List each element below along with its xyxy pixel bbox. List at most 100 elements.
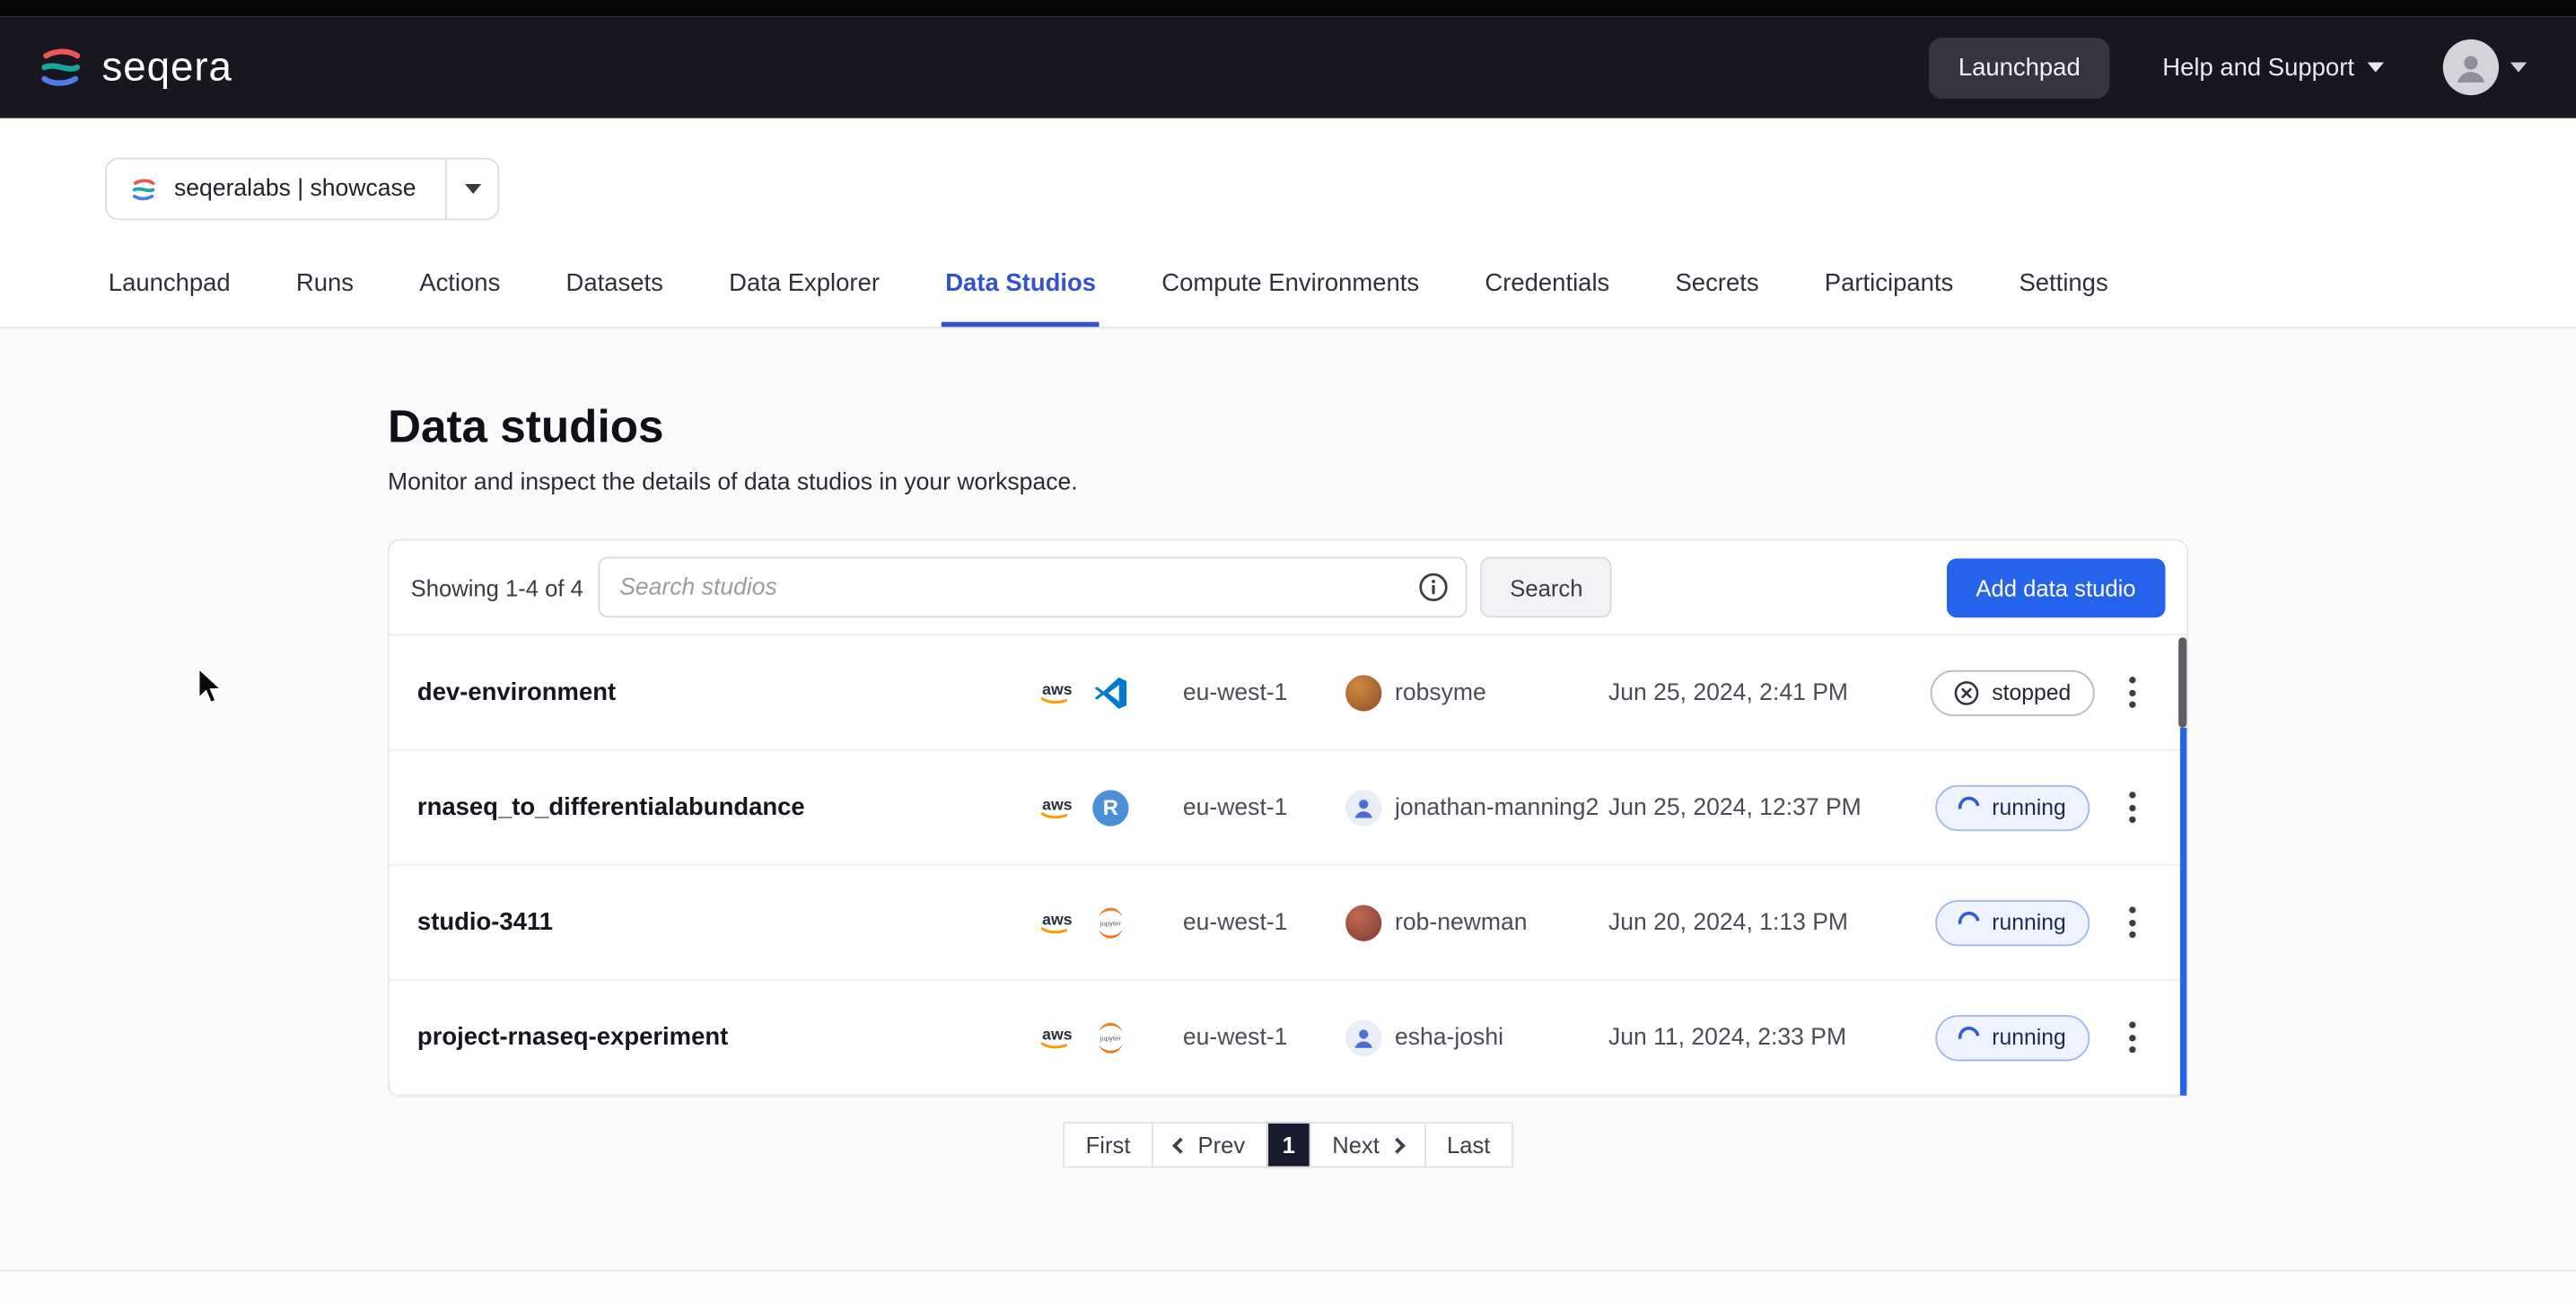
data-studios-table-card: Showing 1-4 of 4 Search Add data studi <box>388 538 2188 1097</box>
tab-participants[interactable]: Participants <box>1821 267 1957 328</box>
created-date: Jun 25, 2024, 12:37 PM <box>1608 794 1913 820</box>
user-name: jonathan-manning2 <box>1395 794 1599 820</box>
tab-compute-environments[interactable]: Compute Environments <box>1159 267 1423 328</box>
status-badge: running <box>1936 784 2089 830</box>
region-label: eu-west-1 <box>1153 679 1313 705</box>
created-date: Jun 11, 2024, 2:33 PM <box>1608 1024 1913 1050</box>
workspace-name: seqeralabs | showcase <box>174 176 416 202</box>
chevron-down-icon <box>2510 63 2527 73</box>
table-row[interactable]: studio-3411 aws jupyter <box>390 866 2186 981</box>
content-area: Data studios Monitor and inspect the det… <box>0 328 2576 1270</box>
tab-data-explorer[interactable]: Data Explorer <box>725 267 882 328</box>
seqera-logo-icon <box>36 43 85 92</box>
row-actions-menu-icon[interactable] <box>2116 783 2150 832</box>
row-actions-menu-icon[interactable] <box>2116 668 2150 716</box>
rstudio-icon: R <box>1092 790 1128 826</box>
search-input[interactable] <box>617 573 1418 602</box>
status-badge: stopped <box>1932 669 2094 715</box>
user-name: rob-newman <box>1395 909 1528 935</box>
studio-name: studio-3411 <box>417 908 1009 936</box>
workspace-tab-bar: Launchpad Runs Actions Datasets Data Exp… <box>0 267 2576 329</box>
table-scrollbar[interactable] <box>2178 635 2186 1096</box>
row-actions-menu-icon[interactable] <box>2116 898 2150 947</box>
add-data-studio-button[interactable]: Add data studio <box>1946 557 2165 617</box>
studio-name: rnaseq_to_differentialabundance <box>417 793 1009 821</box>
tab-runs[interactable]: Runs <box>293 267 356 328</box>
workspace-selector-row: seqeralabs | showcase <box>0 118 2576 220</box>
svg-text:aws: aws <box>1042 1025 1073 1043</box>
user-name: robsyme <box>1395 679 1486 705</box>
pagination-first[interactable]: First <box>1063 1122 1153 1167</box>
studio-name: project-rnaseq-experiment <box>417 1023 1009 1051</box>
aws-icon: aws <box>1035 1022 1079 1052</box>
svg-text:jupyter: jupyter <box>1100 918 1122 926</box>
user-account-menu[interactable] <box>2443 39 2527 95</box>
table-row[interactable]: dev-environment aws eu-west-1 <box>390 635 2186 750</box>
svg-text:aws: aws <box>1042 679 1073 697</box>
scrollbar-track-accent <box>2180 728 2186 1096</box>
pagination-last[interactable]: Last <box>1424 1122 1513 1167</box>
created-date: Jun 20, 2024, 1:13 PM <box>1608 909 1913 935</box>
pagination-prev-label: Prev <box>1198 1132 1246 1158</box>
page-title: Data studios <box>388 401 2188 454</box>
jupyter-icon: jupyter <box>1092 1019 1128 1055</box>
search-button[interactable]: Search <box>1480 557 1612 618</box>
workspace-selector[interactable]: seqeralabs | showcase <box>105 158 500 221</box>
tab-datasets[interactable]: Datasets <box>563 267 667 328</box>
stopped-icon <box>1954 679 1980 705</box>
help-and-support-menu[interactable]: Help and Support <box>2162 53 2384 81</box>
jupyter-icon: jupyter <box>1092 905 1128 940</box>
launchpad-button[interactable]: Launchpad <box>1929 37 2110 98</box>
spinner-icon <box>1955 792 1985 822</box>
info-icon[interactable] <box>1418 572 1450 603</box>
chevron-down-icon <box>465 184 481 194</box>
region-label: eu-west-1 <box>1153 1024 1313 1050</box>
svg-text:aws: aws <box>1042 794 1073 812</box>
table-row[interactable]: rnaseq_to_differentialabundance aws R eu… <box>390 750 2186 865</box>
avatar <box>2443 39 2499 95</box>
status-label: running <box>1992 910 2065 934</box>
vscode-icon <box>1092 674 1128 710</box>
chevron-right-icon <box>1389 1137 1405 1153</box>
table-body: dev-environment aws eu-west-1 <box>390 635 2186 1096</box>
region-label: eu-west-1 <box>1153 794 1313 820</box>
person-icon <box>1351 1024 1377 1050</box>
pagination-next-label: Next <box>1332 1132 1380 1158</box>
pagination-page-1[interactable]: 1 <box>1266 1122 1310 1167</box>
table-toolbar: Showing 1-4 of 4 Search Add data studi <box>390 540 2186 635</box>
tab-actions[interactable]: Actions <box>416 267 504 328</box>
workspace-org-icon <box>130 175 158 203</box>
pagination: First Prev 1 Next Last <box>388 1122 2188 1167</box>
table-row[interactable]: project-rnaseq-experiment aws jupyter <box>390 981 2186 1096</box>
user-name: esha-joshi <box>1395 1024 1503 1050</box>
aws-icon: aws <box>1035 678 1079 707</box>
status-badge: running <box>1936 1014 2089 1060</box>
avatar <box>1345 1019 1381 1055</box>
page-footer <box>0 1270 2576 1303</box>
pagination-next[interactable]: Next <box>1310 1122 1426 1167</box>
tab-credentials[interactable]: Credentials <box>1482 267 1613 328</box>
status-badge: running <box>1936 899 2089 945</box>
workspace-dropdown-caret[interactable] <box>445 160 498 219</box>
created-date: Jun 25, 2024, 2:41 PM <box>1608 679 1913 705</box>
scrollbar-thumb[interactable] <box>2178 637 2186 728</box>
tab-settings[interactable]: Settings <box>2016 267 2112 328</box>
seqera-logo[interactable]: seqera <box>36 43 232 92</box>
avatar <box>1345 674 1381 710</box>
tab-secrets[interactable]: Secrets <box>1672 267 1762 328</box>
tab-data-studios[interactable]: Data Studios <box>942 267 1100 328</box>
pagination-first-label: First <box>1086 1132 1131 1158</box>
tab-launchpad[interactable]: Launchpad <box>105 267 233 328</box>
chevron-left-icon <box>1172 1137 1188 1153</box>
top-nav-bar: seqera Launchpad Help and Support <box>0 16 2576 118</box>
aws-icon: aws <box>1035 907 1079 937</box>
person-icon <box>1351 794 1377 820</box>
pagination-last-label: Last <box>1447 1132 1490 1158</box>
chevron-down-icon <box>2368 63 2384 73</box>
pagination-prev[interactable]: Prev <box>1152 1122 1268 1167</box>
region-label: eu-west-1 <box>1153 909 1313 935</box>
studio-name: dev-environment <box>417 678 1009 706</box>
svg-text:aws: aws <box>1042 910 1073 928</box>
svg-text:jupyter: jupyter <box>1100 1034 1122 1042</box>
row-actions-menu-icon[interactable] <box>2116 1013 2150 1062</box>
